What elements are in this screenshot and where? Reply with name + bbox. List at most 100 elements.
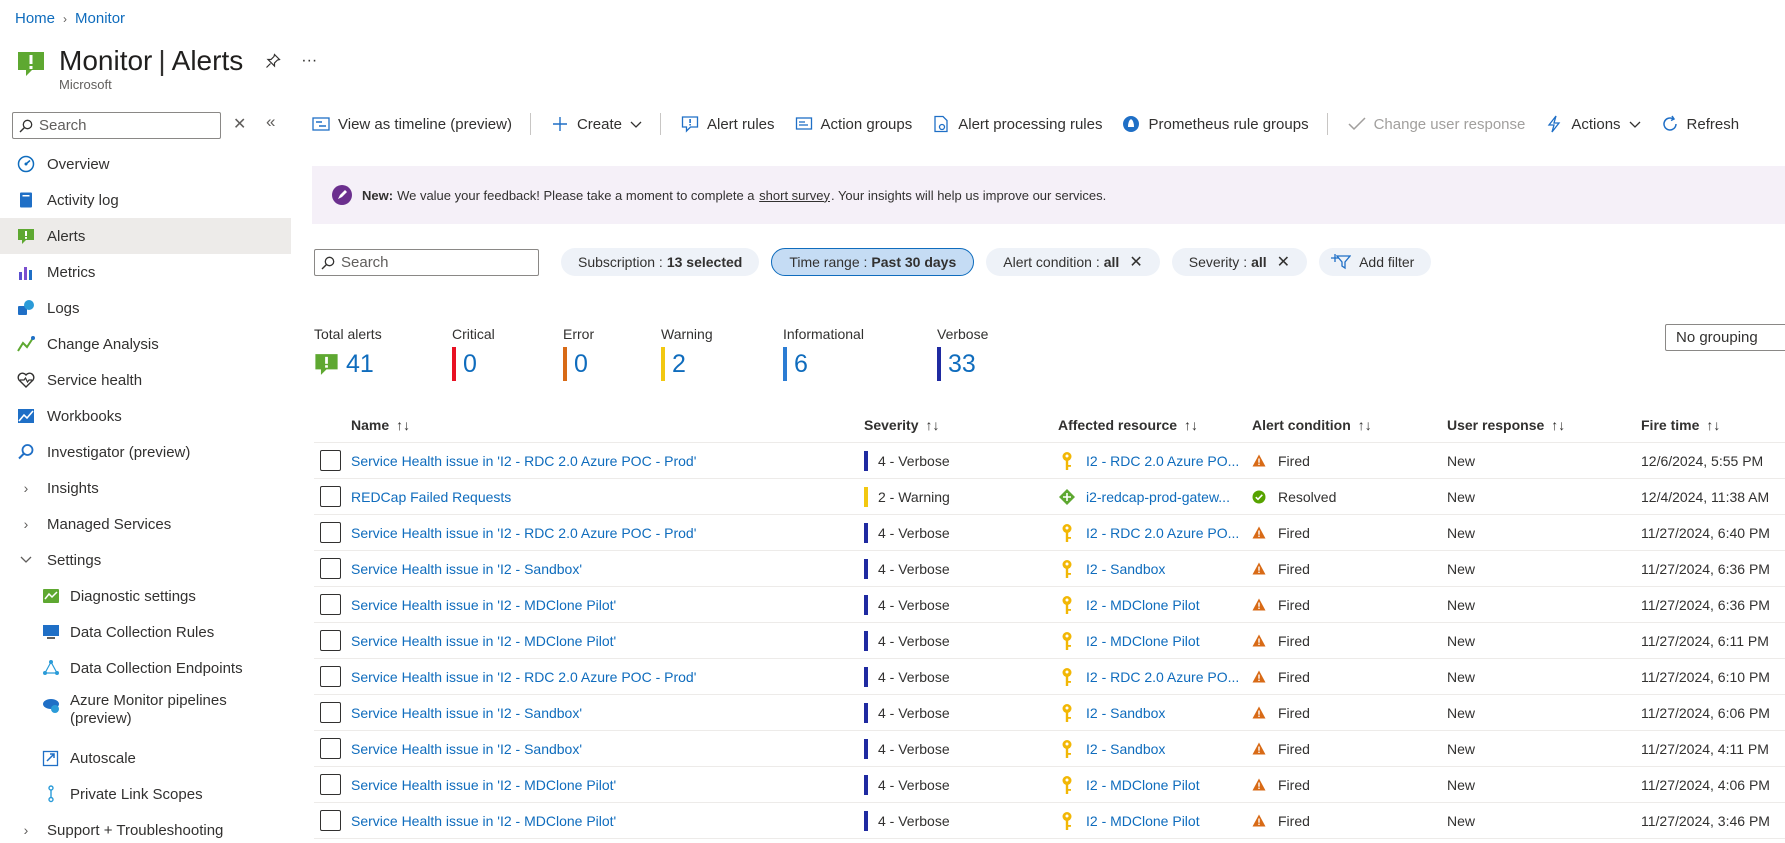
alert-name-link[interactable]: Service Health issue in 'I2 - MDClone Pi… bbox=[351, 633, 616, 649]
sidebar-item-private-link-scopes[interactable]: Private Link Scopes bbox=[0, 776, 291, 812]
row-checkbox[interactable] bbox=[320, 702, 341, 723]
sidebar-item-diagnostic-settings[interactable]: Diagnostic settings bbox=[0, 578, 291, 614]
pin-icon[interactable] bbox=[265, 53, 281, 69]
sidebar-item-investigator[interactable]: Investigator (preview) bbox=[0, 434, 291, 470]
affected-resource-link[interactable]: I2 - MDClone Pilot bbox=[1086, 777, 1200, 793]
breadcrumb-home[interactable]: Home bbox=[15, 10, 55, 27]
summary-warning[interactable]: Warning 2 bbox=[661, 326, 783, 381]
sidebar-item-change-analysis[interactable]: Change Analysis bbox=[0, 326, 291, 362]
alert-name-link[interactable]: REDCap Failed Requests bbox=[351, 489, 511, 505]
sidebar-item-azure-monitor-pipelines[interactable]: Azure Monitor pipelines (preview) bbox=[0, 686, 291, 740]
table-row[interactable]: Service Health issue in 'I2 - MDClone Pi… bbox=[314, 767, 1785, 803]
sidebar-item-data-collection-endpoints[interactable]: Data Collection Endpoints bbox=[0, 650, 291, 686]
sidebar-item-metrics[interactable]: Metrics bbox=[0, 254, 291, 290]
table-row[interactable]: REDCap Failed Requests 2 - Warning i2-redc… bbox=[314, 479, 1785, 515]
affected-resource-link[interactable]: I2 - RDC 2.0 Azure PO... bbox=[1086, 669, 1239, 685]
alerts-search-input[interactable] bbox=[341, 254, 531, 271]
row-checkbox[interactable] bbox=[320, 486, 341, 507]
row-checkbox[interactable] bbox=[320, 666, 341, 687]
affected-resource-link[interactable]: I2 - RDC 2.0 Azure PO... bbox=[1086, 453, 1239, 469]
summary-total[interactable]: Total alerts 41 bbox=[314, 326, 452, 379]
summary-critical[interactable]: Critical 0 bbox=[452, 326, 563, 381]
alert-condition-filter[interactable]: Alert condition : all ✕ bbox=[986, 248, 1160, 276]
sidebar-item-workbooks[interactable]: Workbooks bbox=[0, 398, 291, 434]
row-checkbox[interactable] bbox=[320, 738, 341, 759]
table-row[interactable]: Service Health issue in 'I2 - MDClone Pi… bbox=[314, 623, 1785, 659]
more-options-icon[interactable]: ··· bbox=[301, 52, 317, 70]
table-row[interactable]: Service Health issue in 'I2 - RDC 2.0 Az… bbox=[314, 515, 1785, 551]
column-severity[interactable]: Severity ↑↓ bbox=[864, 417, 1058, 433]
alert-name-link[interactable]: Service Health issue in 'I2 - Sandbox' bbox=[351, 561, 582, 577]
alert-name-link[interactable]: Service Health issue in 'I2 - MDClone Pi… bbox=[351, 597, 616, 613]
sidebar-item-activity-log[interactable]: Activity log bbox=[0, 182, 291, 218]
affected-resource-link[interactable]: I2 - Sandbox bbox=[1086, 741, 1165, 757]
clear-search-icon[interactable]: ✕ bbox=[233, 114, 246, 134]
remove-filter-icon[interactable]: ✕ bbox=[1277, 252, 1290, 272]
row-checkbox[interactable] bbox=[320, 630, 341, 651]
row-checkbox[interactable] bbox=[320, 522, 341, 543]
row-checkbox[interactable] bbox=[320, 594, 341, 615]
alert-name-link[interactable]: Service Health issue in 'I2 - RDC 2.0 Az… bbox=[351, 525, 696, 541]
summary-verbose[interactable]: Verbose 33 bbox=[937, 326, 1037, 381]
table-row[interactable]: Service Health issue in 'I2 - RDC 2.0 Az… bbox=[314, 659, 1785, 695]
table-row[interactable]: Service Health issue in 'I2 - Sandbox' 4 … bbox=[314, 551, 1785, 587]
affected-resource-link[interactable]: i2-redcap-prod-gatew... bbox=[1086, 489, 1230, 505]
table-row[interactable]: Service Health issue in 'I2 - Sandbox' 4 … bbox=[314, 731, 1785, 767]
severity-filter[interactable]: Severity : all ✕ bbox=[1171, 248, 1308, 276]
sidebar-item-settings[interactable]: Settings bbox=[0, 542, 291, 578]
affected-resource-link[interactable]: I2 - MDClone Pilot bbox=[1086, 813, 1200, 829]
collapse-sidebar-icon[interactable]: « bbox=[266, 112, 275, 132]
affected-resource-link[interactable]: I2 - Sandbox bbox=[1086, 705, 1165, 721]
alert-name-link[interactable]: Service Health issue in 'I2 - MDClone Pi… bbox=[351, 813, 616, 829]
affected-resource-link[interactable]: I2 - MDClone Pilot bbox=[1086, 633, 1200, 649]
table-row[interactable]: Service Health issue in 'I2 - Sandbox' 4 … bbox=[314, 695, 1785, 731]
change-user-response-button[interactable]: Change user response bbox=[1348, 115, 1525, 133]
sidebar-item-managed-services[interactable]: › Managed Services bbox=[0, 506, 291, 542]
prometheus-rule-groups-button[interactable]: Prometheus rule groups bbox=[1122, 115, 1309, 133]
row-checkbox[interactable] bbox=[320, 774, 341, 795]
sidebar-search-input[interactable] bbox=[39, 117, 209, 134]
row-checkbox[interactable] bbox=[320, 450, 341, 471]
alert-processing-rules-button[interactable]: Alert processing rules bbox=[932, 115, 1102, 133]
sidebar-item-autoscale[interactable]: Autoscale bbox=[0, 740, 291, 776]
subscription-filter[interactable]: Subscription :13 selected bbox=[561, 248, 760, 276]
add-filter-button[interactable]: Add filter bbox=[1319, 248, 1432, 276]
breadcrumb-monitor[interactable]: Monitor bbox=[75, 10, 125, 27]
refresh-button[interactable]: Refresh bbox=[1661, 115, 1739, 133]
summary-informational[interactable]: Informational 6 bbox=[783, 326, 937, 381]
column-alert-condition[interactable]: Alert condition ↑↓ bbox=[1252, 417, 1447, 433]
alert-name-link[interactable]: Service Health issue in 'I2 - RDC 2.0 Az… bbox=[351, 669, 696, 685]
sidebar-item-support-troubleshooting[interactable]: › Support + Troubleshooting bbox=[0, 812, 291, 843]
view-timeline-button[interactable]: View as timeline (preview) bbox=[312, 115, 512, 133]
summary-error[interactable]: Error 0 bbox=[563, 326, 661, 381]
affected-resource-link[interactable]: I2 - Sandbox bbox=[1086, 561, 1165, 577]
table-row[interactable]: Service Health issue in 'I2 - MDClone Pi… bbox=[314, 587, 1785, 623]
remove-filter-icon[interactable]: ✕ bbox=[1129, 252, 1142, 272]
actions-button[interactable]: Actions bbox=[1545, 115, 1641, 133]
short-survey-link[interactable]: short survey bbox=[759, 188, 830, 203]
time-range-filter[interactable]: Time range : Past 30 days bbox=[771, 248, 975, 276]
sidebar-item-overview[interactable]: Overview bbox=[0, 146, 291, 182]
sidebar-item-data-collection-rules[interactable]: Data Collection Rules bbox=[0, 614, 291, 650]
alert-name-link[interactable]: Service Health issue in 'I2 - Sandbox' bbox=[351, 705, 582, 721]
affected-resource-link[interactable]: I2 - RDC 2.0 Azure PO... bbox=[1086, 525, 1239, 541]
alert-name-link[interactable]: Service Health issue in 'I2 - MDClone Pi… bbox=[351, 777, 616, 793]
column-fire-time[interactable]: Fire time ↑↓ bbox=[1641, 417, 1785, 433]
grouping-dropdown[interactable]: No grouping bbox=[1665, 324, 1785, 351]
row-checkbox[interactable] bbox=[320, 810, 341, 831]
column-name[interactable]: Name ↑↓ bbox=[351, 417, 864, 433]
affected-resource-link[interactable]: I2 - MDClone Pilot bbox=[1086, 597, 1200, 613]
column-affected-resource[interactable]: Affected resource ↑↓ bbox=[1058, 417, 1252, 433]
table-row[interactable]: Service Health issue in 'I2 - RDC 2.0 Az… bbox=[314, 443, 1785, 479]
alert-name-link[interactable]: Service Health issue in 'I2 - RDC 2.0 Az… bbox=[351, 453, 696, 469]
create-button[interactable]: Create bbox=[551, 115, 642, 133]
sidebar-item-insights[interactable]: › Insights bbox=[0, 470, 291, 506]
sidebar-item-service-health[interactable]: Service health bbox=[0, 362, 291, 398]
alert-name-link[interactable]: Service Health issue in 'I2 - Sandbox' bbox=[351, 741, 582, 757]
row-checkbox[interactable] bbox=[320, 558, 341, 579]
sidebar-item-alerts[interactable]: Alerts bbox=[0, 218, 291, 254]
sidebar-item-logs[interactable]: Logs bbox=[0, 290, 291, 326]
action-groups-button[interactable]: Action groups bbox=[795, 115, 912, 133]
table-row[interactable]: Service Health issue in 'I2 - MDClone Pi… bbox=[314, 803, 1785, 839]
column-user-response[interactable]: User response ↑↓ bbox=[1447, 417, 1641, 433]
